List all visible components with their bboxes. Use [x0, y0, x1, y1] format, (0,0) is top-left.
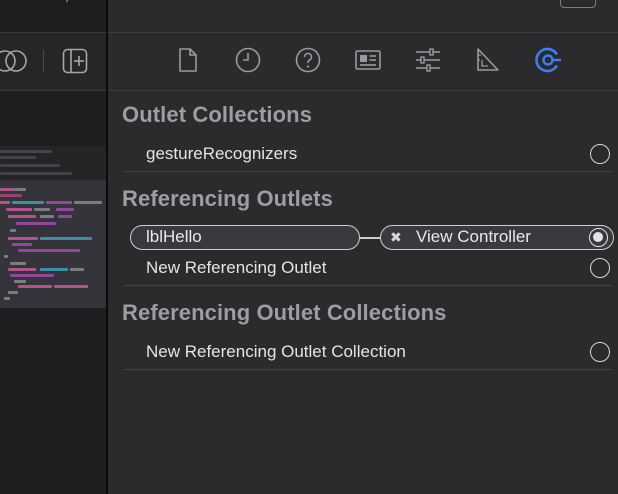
minimap-line	[46, 201, 72, 204]
new-referencing-outlet-collection-label: New Referencing Outlet Collection	[146, 342, 406, 361]
toolbar-separator	[43, 50, 44, 72]
minimap-line	[0, 172, 72, 175]
minimap-line	[18, 285, 52, 288]
editor-pane	[0, 0, 106, 494]
minimap-line	[14, 280, 26, 283]
outlet-collections-title: Outlet Collections	[122, 102, 313, 127]
minimap-line	[0, 194, 22, 197]
minimap-line	[58, 215, 72, 218]
minimap-line	[8, 291, 18, 294]
divider	[108, 90, 618, 91]
attributes-inspector-icon	[416, 48, 440, 72]
connections-inspector-tab[interactable]	[534, 46, 562, 74]
quick-help-icon	[295, 47, 321, 73]
file-inspector-icon	[179, 48, 197, 72]
outlet-name: lblHello	[146, 227, 202, 246]
layout-toggle-icon[interactable]	[560, 0, 596, 8]
gesture-recognizers-connect-circle[interactable]	[590, 144, 610, 164]
minimap-line	[8, 237, 38, 240]
connections-inspector-icon	[535, 47, 561, 73]
divider	[124, 171, 612, 172]
minimap-line	[0, 201, 10, 204]
add-icon[interactable]	[60, 0, 74, 2]
identity-inspector-icon	[355, 50, 381, 70]
minimap-line	[4, 255, 8, 258]
minimap-line	[0, 188, 14, 191]
divider	[0, 32, 106, 33]
divider	[124, 285, 612, 286]
minimap-line	[12, 243, 32, 246]
new-referencing-outlet-circle[interactable]	[590, 258, 610, 278]
size-inspector-tab[interactable]	[474, 46, 502, 74]
referencing-outlet-collections-title: Referencing Outlet Collections	[122, 300, 447, 325]
divider	[108, 32, 618, 33]
minimap-line	[12, 201, 44, 204]
minimap-line	[40, 215, 54, 218]
minimap-line	[56, 208, 74, 211]
minimap-line	[74, 201, 102, 204]
minimap-line	[6, 208, 32, 211]
minimap-line	[10, 229, 16, 232]
new-referencing-outlet-collection-circle[interactable]	[590, 342, 610, 362]
minimap-line	[10, 274, 54, 277]
divider	[124, 369, 612, 370]
new-referencing-outlet-label: New Referencing Outlet	[146, 258, 327, 277]
minimap-line	[0, 150, 52, 153]
quick-help-tab[interactable]	[294, 46, 322, 74]
add-editor-icon[interactable]	[62, 48, 88, 74]
minimap-line	[54, 285, 88, 288]
size-inspector-icon	[477, 48, 499, 71]
minimap-line	[8, 268, 36, 271]
history-inspector-tab[interactable]	[234, 46, 262, 74]
divider	[0, 90, 106, 91]
minimap-line	[18, 249, 80, 252]
minimap-line	[8, 215, 36, 218]
minimap-line	[70, 268, 84, 271]
minimap-line	[0, 156, 36, 159]
attributes-inspector-tab[interactable]	[414, 46, 442, 74]
related-items-icon[interactable]	[0, 49, 28, 73]
referencing-outlets-title: Referencing Outlets	[122, 186, 333, 211]
remove-connection-icon[interactable]: ✖	[390, 226, 402, 248]
identity-inspector-tab[interactable]	[354, 46, 382, 74]
minimap-line	[10, 262, 26, 265]
minimap-line	[0, 164, 60, 167]
connection-target-label: View Controller	[416, 227, 531, 246]
minimap-line	[14, 188, 26, 191]
connections-inspector: Outlet Collections gestureRecognizers Re…	[108, 0, 618, 494]
minimap-line	[34, 208, 50, 211]
minimap-line	[4, 297, 10, 300]
connection-target-pill[interactable]: ✖ View Controller	[380, 225, 614, 250]
minimap-line	[40, 268, 68, 271]
connected-circle[interactable]	[589, 228, 608, 247]
file-inspector-tab[interactable]	[174, 46, 202, 74]
minimap-line	[16, 222, 56, 225]
gesture-recognizers-label: gestureRecognizers	[146, 144, 298, 163]
history-inspector-icon	[235, 47, 261, 73]
outlet-connection-pill[interactable]: lblHello	[130, 225, 360, 250]
minimap-line	[40, 237, 92, 240]
connection-line	[360, 237, 380, 239]
